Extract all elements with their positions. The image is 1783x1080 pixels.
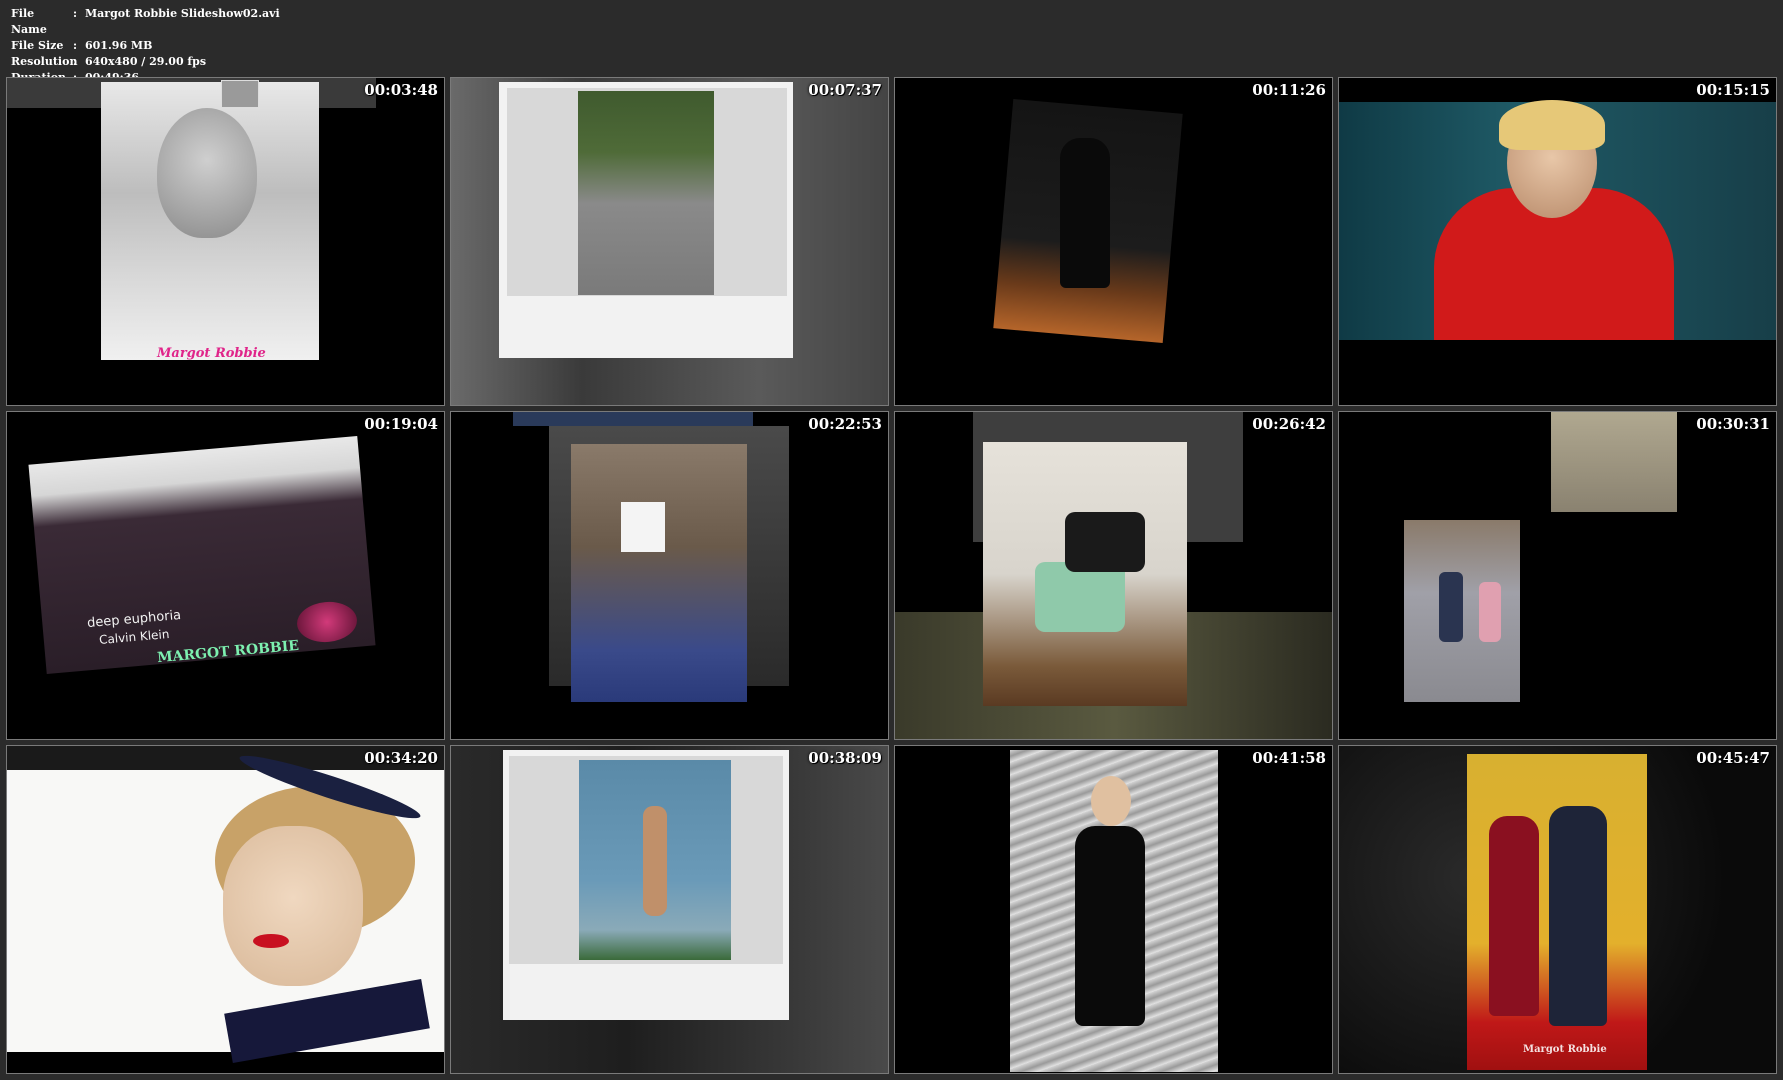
timestamp: 00:11:26: [1252, 81, 1326, 99]
thumbnail[interactable]: 00:11:26: [894, 77, 1333, 406]
separator: :: [73, 7, 78, 20]
photo-caption: Margot Robbie: [1523, 1044, 1607, 1055]
photo-back-layer: [513, 412, 753, 426]
photo-suit: [1439, 572, 1463, 642]
photo-portrait: [578, 91, 714, 295]
photo-face: [1091, 776, 1131, 826]
photo-white-shirt: [621, 502, 665, 552]
timestamp: 00:03:48: [364, 81, 438, 99]
thumbnail[interactable]: 00:26:42: [894, 411, 1333, 740]
thumbnail[interactable]: Margot Robbie 00:45:47: [1338, 745, 1777, 1074]
photo-jacket: [1065, 512, 1145, 572]
timestamp: 00:45:47: [1696, 749, 1770, 767]
thumbnail[interactable]: 00:07:37: [450, 77, 889, 406]
resolution-row: Resolution : 640x480 / 29.00 fps: [11, 54, 280, 70]
photo-street: [571, 444, 747, 702]
file-size-label: File Size: [11, 39, 64, 52]
thumbnail[interactable]: Margot Robbie 00:03:48: [6, 77, 445, 406]
photo-face: [223, 826, 363, 986]
thumbnail[interactable]: 00:38:09: [450, 745, 889, 1074]
thumbnail[interactable]: 00:22:53: [450, 411, 889, 740]
thumbnail[interactable]: deep euphoria Calvin Klein MARGOT ROBBIE…: [6, 411, 445, 740]
photo-red-dress: [1489, 816, 1539, 1016]
file-size-row: File Size : 601.96 MB: [11, 38, 280, 54]
file-size-value: 601.96 MB: [85, 39, 153, 52]
photo-hair: [1499, 100, 1605, 150]
file-name-label: File Name: [11, 7, 47, 36]
thumbnail[interactable]: 00:30:31: [1338, 411, 1777, 740]
timestamp: 00:26:42: [1252, 415, 1326, 433]
resolution-value: 640x480 / 29.00 fps: [85, 55, 207, 68]
photo-pink-dress: [1479, 582, 1501, 642]
photo-lips: [253, 934, 289, 948]
thumbnail[interactable]: 00:41:58: [894, 745, 1333, 1074]
timestamp: 00:30:31: [1696, 415, 1770, 433]
timestamp: 00:07:37: [808, 81, 882, 99]
thumbnail[interactable]: 00:15:15: [1338, 77, 1777, 406]
photo-caption: Margot Robbie: [157, 346, 266, 361]
file-info-panel: File Name : Margot Robbie Slideshow02.av…: [11, 6, 280, 86]
photo-face: [157, 108, 257, 238]
photo-green-pants: [1035, 562, 1125, 632]
photo-dress: [1060, 138, 1110, 288]
timestamp: 00:15:15: [1696, 81, 1770, 99]
timestamp: 00:41:58: [1252, 749, 1326, 767]
timestamp: 00:22:53: [808, 415, 882, 433]
file-name-value: Margot Robbie Slideshow02.avi: [85, 7, 280, 20]
resolution-label: Resolution: [11, 55, 78, 68]
timestamp: 00:34:20: [364, 749, 438, 767]
thumbnail-grid: Margot Robbie 00:03:48 00:07:37 00:11:26…: [6, 77, 1778, 1075]
file-name-row: File Name : Margot Robbie Slideshow02.av…: [11, 6, 280, 38]
timestamp: 00:38:09: [808, 749, 882, 767]
photo-figure: [643, 806, 667, 916]
photo-black-dress: [1075, 826, 1145, 1026]
photo-suit: [1549, 806, 1607, 1026]
thumbnail[interactable]: 00:34:20: [6, 745, 445, 1074]
separator: :: [73, 55, 78, 68]
separator: :: [73, 39, 78, 52]
photo-mini-thumb: [221, 80, 259, 108]
timestamp: 00:19:04: [364, 415, 438, 433]
photo-small-top: [1551, 412, 1677, 512]
